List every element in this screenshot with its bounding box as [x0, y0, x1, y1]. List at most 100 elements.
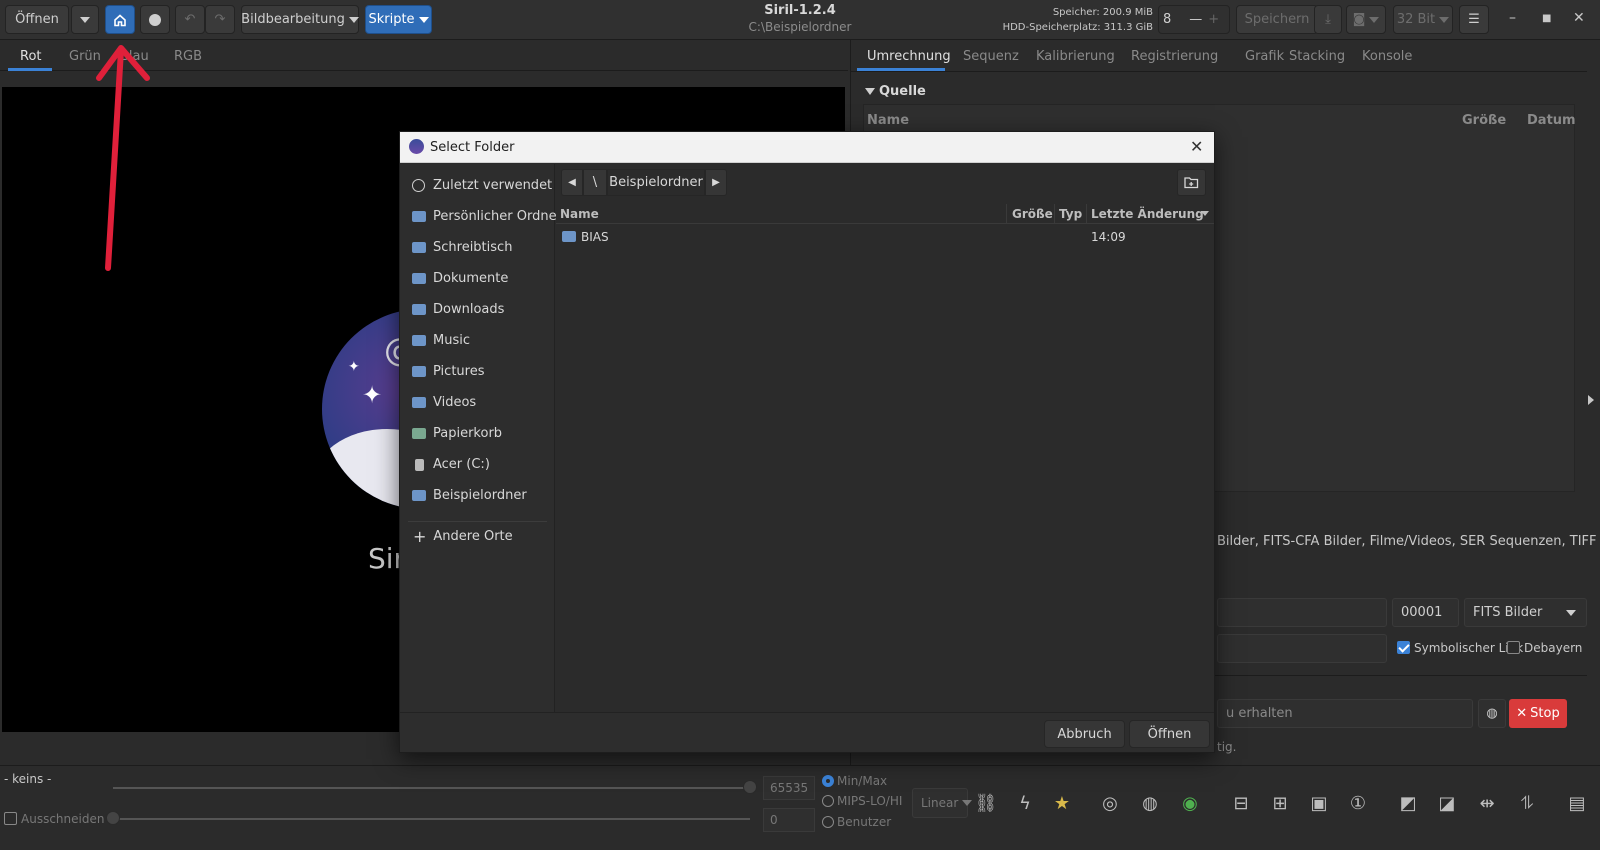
- scripts-label: Skripte: [368, 12, 415, 27]
- status-globe-button[interactable]: ◍: [1478, 699, 1506, 728]
- source-section[interactable]: Quelle: [865, 84, 926, 99]
- file-row[interactable]: BIAS 14:09: [556, 226, 1214, 248]
- tab-calibration[interactable]: Kalibrierung: [1036, 49, 1115, 64]
- column-date[interactable]: Datum: [1527, 113, 1576, 128]
- image-processing-menu[interactable]: Bildbearbeitung: [241, 5, 359, 34]
- mirror-x-button[interactable]: ⇹: [1472, 788, 1502, 818]
- place-example-folder[interactable]: Beispielordner: [412, 488, 527, 503]
- crop-checkbox[interactable]: Ausschneiden: [4, 812, 104, 826]
- live-stacking-button[interactable]: [140, 5, 170, 34]
- place-drive-c[interactable]: Acer (C:): [412, 457, 490, 472]
- main-menu-button[interactable]: ☰: [1459, 5, 1489, 34]
- tab-stacking[interactable]: Stacking: [1289, 49, 1345, 64]
- high-value-input[interactable]: 65535: [763, 776, 815, 800]
- column-size[interactable]: Größe: [1012, 207, 1053, 221]
- low-slider-knob[interactable]: [106, 811, 120, 825]
- tab-red[interactable]: Rot: [20, 49, 42, 64]
- place-recent[interactable]: Zuletzt verwendet: [412, 178, 552, 193]
- rotate-left-icon: ◩: [1399, 792, 1417, 814]
- panel-toggle-icon[interactable]: [1588, 395, 1594, 405]
- redo-button[interactable]: ↷: [205, 5, 235, 34]
- high-slider[interactable]: [113, 787, 750, 789]
- maximize-icon[interactable]: ■: [1542, 13, 1551, 24]
- thread-spinner[interactable]: 8 — +: [1158, 5, 1230, 34]
- debayer-checkbox[interactable]: Debayern: [1507, 641, 1582, 655]
- close-icon[interactable]: ✕: [1190, 137, 1203, 156]
- radio-minmax[interactable]: Min/Max: [822, 774, 887, 788]
- rotate-right-button[interactable]: ◪: [1432, 788, 1462, 818]
- path-root-button[interactable]: \: [583, 169, 607, 196]
- close-icon[interactable]: ✕: [1573, 10, 1585, 26]
- place-desktop[interactable]: Schreibtisch: [412, 240, 512, 255]
- column-size[interactable]: Größe: [1462, 113, 1506, 128]
- place-trash[interactable]: Papierkorb: [412, 426, 502, 441]
- place-downloads[interactable]: Downloads: [412, 302, 504, 317]
- annotate-button[interactable]: ◍: [1135, 788, 1165, 818]
- column-name[interactable]: Name: [867, 113, 909, 128]
- tab-registration[interactable]: Registrierung: [1131, 49, 1218, 64]
- chevron-down-icon: [1566, 609, 1576, 616]
- zoom-out-button[interactable]: ⊟: [1226, 788, 1256, 818]
- link-button[interactable]: ⛓: [971, 788, 1001, 818]
- astrometry-button[interactable]: ◎: [1095, 788, 1125, 818]
- minus-icon[interactable]: —: [1189, 12, 1202, 27]
- symlink-checkbox[interactable]: Symbolischer Link: [1397, 641, 1523, 655]
- place-home[interactable]: Persönlicher Ordner: [412, 209, 562, 224]
- low-slider[interactable]: [113, 818, 750, 820]
- output-dir-input[interactable]: [1217, 634, 1387, 663]
- open-button[interactable]: Öffnen: [5, 5, 69, 34]
- tab-sequence[interactable]: Sequenz: [963, 49, 1019, 64]
- high-slider-knob[interactable]: [743, 780, 757, 794]
- plus-icon: +: [413, 527, 427, 546]
- open-menu-button[interactable]: [71, 5, 99, 34]
- radio-mips[interactable]: MIPS-LO/HI: [822, 794, 902, 808]
- cancel-button[interactable]: Abbruch: [1044, 720, 1125, 748]
- chevron-down-icon: [80, 16, 90, 23]
- stop-button[interactable]: ✕ Stop: [1509, 699, 1567, 728]
- path-back-button[interactable]: ◀: [561, 169, 583, 196]
- photometry-button[interactable]: ◉: [1175, 788, 1205, 818]
- new-folder-button[interactable]: [1177, 169, 1206, 196]
- star-detect-button[interactable]: ★: [1047, 788, 1077, 818]
- output-format-select[interactable]: FITS Bilder: [1464, 598, 1587, 627]
- index-input[interactable]: 00001: [1392, 598, 1459, 627]
- scripts-menu[interactable]: Skripte: [365, 5, 432, 34]
- snapshot-button[interactable]: ◙: [1346, 5, 1386, 34]
- record-icon: [149, 13, 161, 26]
- chevron-down-icon: [1369, 16, 1380, 23]
- path-forward-button[interactable]: ▶: [705, 169, 727, 196]
- zoom-fit-button[interactable]: ▣: [1304, 788, 1334, 818]
- zoom-in-button[interactable]: ⊞: [1265, 788, 1295, 818]
- place-videos[interactable]: Videos: [412, 395, 476, 410]
- undo-button[interactable]: ↶: [175, 5, 205, 34]
- tab-rgb[interactable]: RGB: [174, 49, 202, 64]
- save-as-button[interactable]: ⤓: [1314, 5, 1342, 34]
- bit-depth-menu[interactable]: 32 Bit: [1393, 5, 1453, 34]
- save-button[interactable]: Speichern: [1236, 5, 1318, 34]
- stretch-select[interactable]: Linear: [912, 788, 973, 818]
- radio-user[interactable]: Benutzer: [822, 815, 891, 829]
- tab-plot[interactable]: Grafik: [1245, 49, 1284, 64]
- plus-icon[interactable]: +: [1208, 12, 1219, 27]
- autostretch-button[interactable]: ϟ: [1010, 788, 1040, 818]
- zoom-one-button[interactable]: ①: [1343, 788, 1373, 818]
- column-modified[interactable]: Letzte Änderung: [1091, 207, 1204, 221]
- place-pictures[interactable]: Pictures: [412, 364, 484, 379]
- home-button[interactable]: [105, 5, 135, 34]
- place-music[interactable]: Music: [412, 333, 470, 348]
- place-documents[interactable]: Dokumente: [412, 271, 508, 286]
- minimize-icon[interactable]: –: [1509, 10, 1516, 26]
- open-folder-button[interactable]: Öffnen: [1129, 720, 1210, 748]
- column-type[interactable]: Typ: [1059, 207, 1082, 221]
- tab-console[interactable]: Konsole: [1362, 49, 1412, 64]
- sequence-name-input[interactable]: [1217, 598, 1387, 627]
- tab-conversion[interactable]: Umrechnung: [867, 49, 951, 64]
- place-other-locations[interactable]: + Andere Orte: [412, 527, 513, 546]
- mirror-y-button[interactable]: ⥮: [1512, 788, 1542, 818]
- path-current-button[interactable]: Beispielordner: [607, 169, 705, 196]
- column-name[interactable]: Name: [560, 207, 599, 221]
- display-mode-button[interactable]: ▤: [1562, 788, 1592, 818]
- undo-icon: ↶: [184, 12, 196, 27]
- low-value-input[interactable]: 0: [763, 808, 815, 832]
- rotate-left-button[interactable]: ◩: [1393, 788, 1423, 818]
